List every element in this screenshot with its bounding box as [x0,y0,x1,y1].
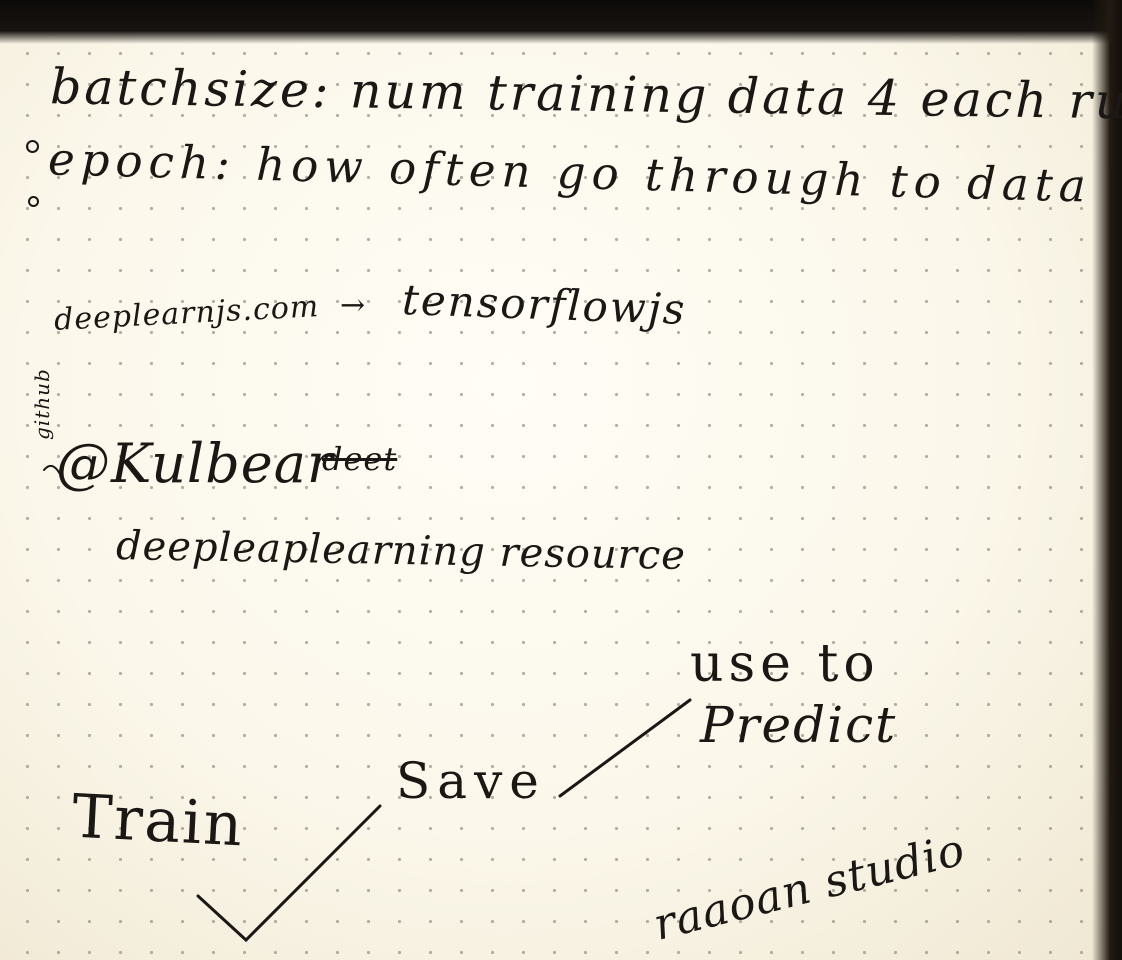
notebook-photo: batchsize: num training data 4 each run … [0,0,1122,960]
github-underline [43,464,61,475]
save-to-predict-stroke [558,698,692,798]
flow-diagram-strokes [43,464,692,943]
check-stroke [196,804,382,943]
